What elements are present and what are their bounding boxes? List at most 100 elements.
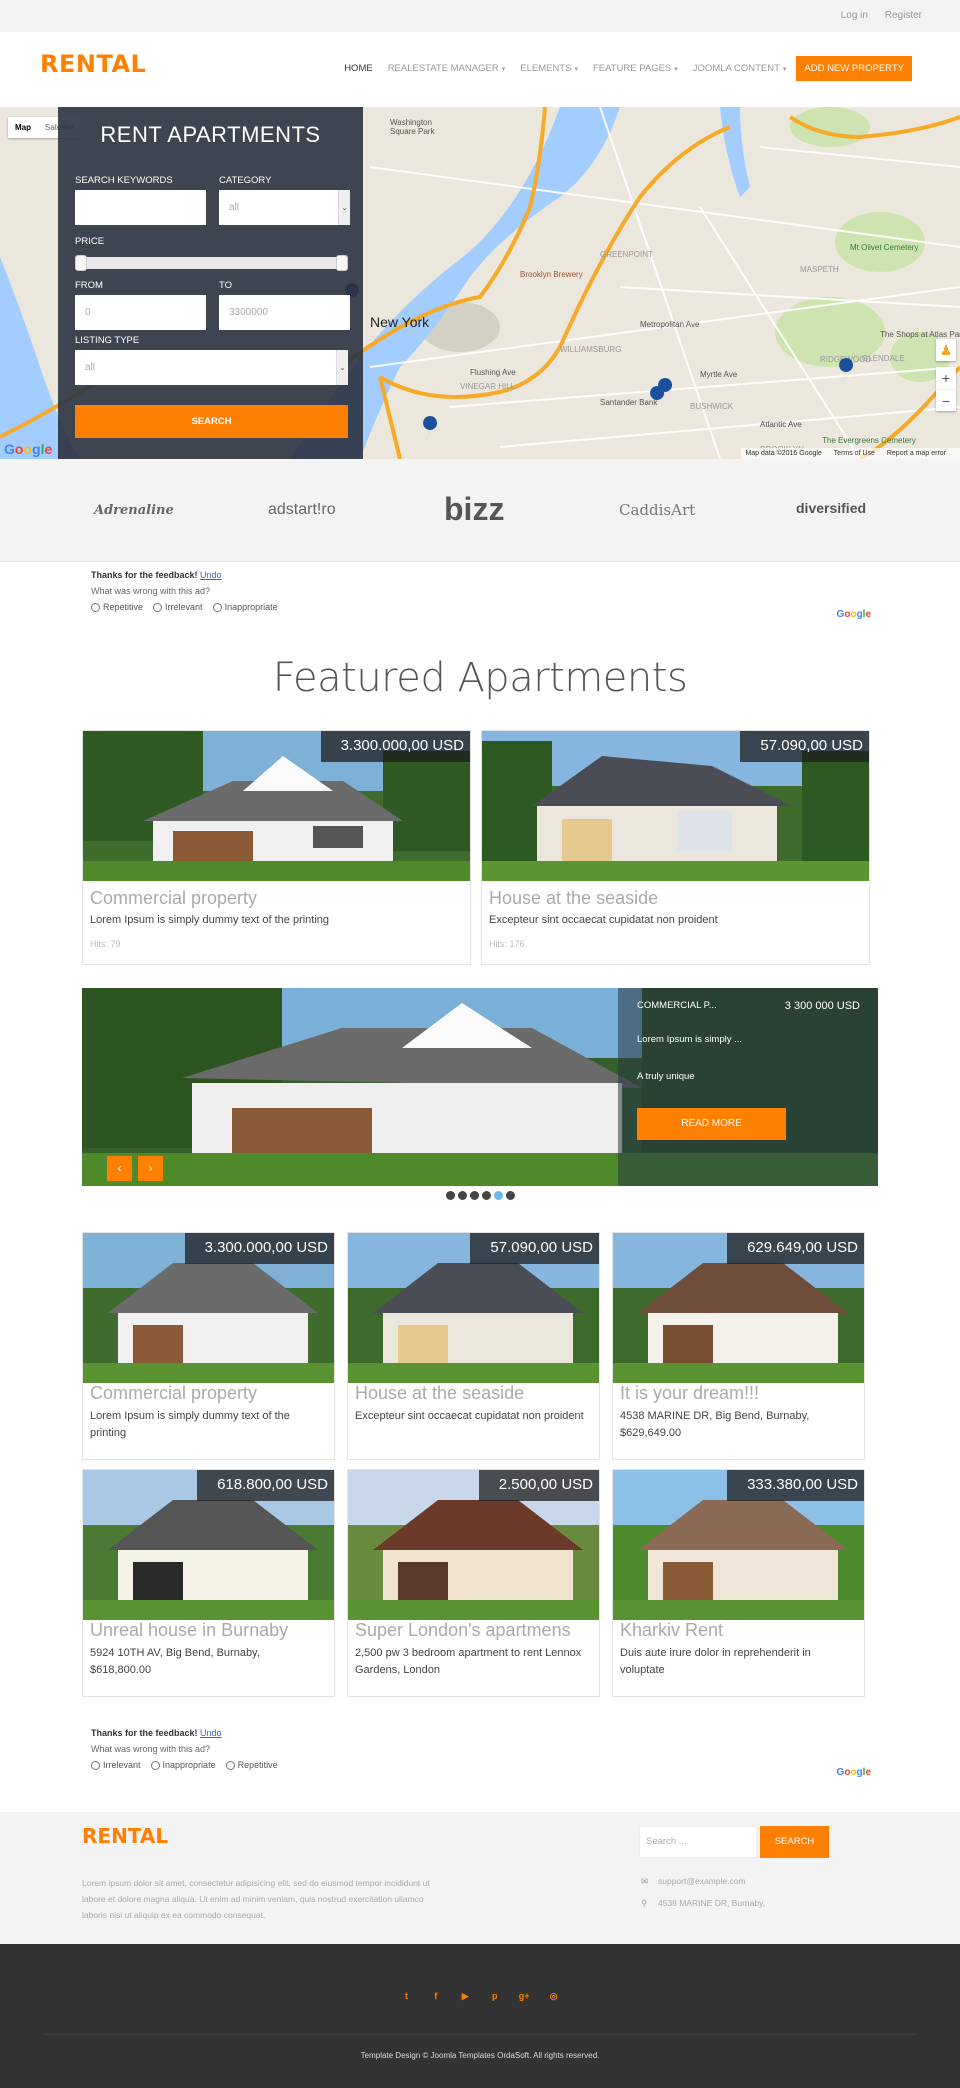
footer-about-text: Lorem ipsum dolor sit amet, consectetur … [82, 1878, 430, 1920]
chevron-down-icon: ⌄ [336, 350, 348, 385]
carousel-dot[interactable] [470, 1191, 479, 1200]
ad-option-inappropriate[interactable]: Inappropriate [212, 602, 278, 612]
nav-realestate-manager[interactable]: REALESTATE MANAGER ▾ [388, 63, 506, 74]
category-select[interactable]: all ⌄ [219, 190, 350, 225]
listing-type-select[interactable]: all ⌄ [75, 350, 348, 385]
carousel-dot[interactable] [446, 1191, 455, 1200]
ad-option-repetitive[interactable]: Repetitive [225, 1760, 278, 1770]
featured-card[interactable]: 57.090,00 USD House at the seaside Excep… [481, 730, 870, 965]
map-label: Flushing Ave [470, 368, 516, 377]
map[interactable]: Washington Square Park New York Brooklyn… [0, 107, 960, 459]
ad-feedback-heading: Thanks for the feedback! Undo [91, 1728, 871, 1738]
carousel-dot[interactable] [482, 1191, 491, 1200]
footer-search-input[interactable]: Search ... [639, 1826, 757, 1858]
keywords-label: SEARCH KEYWORDS [75, 175, 173, 186]
partner-logo-diversified[interactable]: diversified [796, 500, 866, 516]
property-carousel[interactable]: COMMERCIAL P... 3 300 000 USD Lorem Ipsu… [82, 988, 878, 1186]
partner-logo-caddisart[interactable]: CaddisArt [619, 501, 695, 519]
ad-option-inappropriate[interactable]: Inappropriate [150, 1760, 216, 1770]
card-title[interactable]: Kharkiv Rent [620, 1620, 723, 1641]
card-description: Excepteur sint occaecat cupidatat non pr… [489, 914, 718, 926]
radio-icon [212, 602, 222, 612]
nav-elements[interactable]: ELEMENTS ▾ [520, 63, 578, 74]
carousel-text-line: Lorem Ipsum is simply ... [637, 1034, 743, 1045]
featured-apartments-title: Featured Apartments [272, 655, 688, 701]
nav-home-label: HOME [344, 63, 373, 74]
price-badge: 57.090,00 USD [470, 1233, 599, 1264]
carousel-dot-active[interactable] [494, 1191, 503, 1200]
logo[interactable]: RENTAL [40, 50, 146, 78]
email-text[interactable]: support@example.com [658, 1876, 746, 1886]
partner-logo-adrenaline[interactable]: Adrenaline [94, 503, 174, 518]
ad-feedback: Thanks for the feedback! Undo What was w… [91, 1728, 871, 1778]
ad-option-irrelevant[interactable]: Irrelevant [153, 602, 203, 612]
price-max-handle[interactable] [336, 255, 348, 271]
property-card[interactable]: 2.500,00 USD Super London's apartmens 2,… [347, 1469, 600, 1697]
map-park [835, 212, 925, 272]
undo-link[interactable]: Undo [200, 1728, 222, 1738]
property-card[interactable]: 57.090,00 USD House at the seaside Excep… [347, 1232, 600, 1460]
price-min-handle[interactable] [75, 255, 87, 271]
add-new-property-button[interactable]: ADD NEW PROPERTY [796, 56, 912, 81]
featured-card[interactable]: 3.300.000,00 USD Commercial property Lor… [82, 730, 471, 965]
partner-logo-adstart[interactable]: adstart!ro [268, 501, 336, 519]
price-to-input[interactable]: 3300000 [219, 295, 350, 330]
card-title[interactable]: Commercial property [90, 888, 257, 909]
google-plus-icon[interactable]: g+ [515, 1991, 533, 2001]
carousel-dots [446, 1191, 518, 1200]
radio-icon [153, 602, 163, 612]
youtube-icon[interactable]: ▶ [456, 1991, 474, 2002]
card-title[interactable]: It is your dream!!! [620, 1383, 759, 1404]
zoom-in-button[interactable]: + [936, 367, 956, 389]
card-title[interactable]: Commercial property [90, 1383, 257, 1404]
partner-logo-bizz[interactable]: bizz [444, 491, 504, 528]
ad-option-repetitive[interactable]: Repetitive [91, 602, 143, 612]
map-label: GREENPOINT [600, 250, 653, 259]
carousel-prev-button[interactable]: ‹ [107, 1156, 132, 1181]
card-title[interactable]: Super London's apartmens [355, 1620, 571, 1641]
keywords-input[interactable] [75, 190, 206, 225]
price-range-slider[interactable] [75, 255, 348, 271]
zoom-out-button[interactable]: − [936, 389, 956, 411]
price-from-input[interactable]: 0 [75, 295, 206, 330]
terms-of-use-link[interactable]: Terms of Use [834, 450, 875, 457]
pinterest-icon[interactable]: p [486, 1991, 504, 2001]
price-badge: 57.090,00 USD [740, 731, 869, 762]
card-description: Lorem Ipsum is simply dummy text of the … [90, 1410, 290, 1439]
footer-search-button[interactable]: SEARCH [760, 1826, 829, 1858]
dribbble-icon[interactable]: ◎ [545, 1991, 563, 2002]
search-button[interactable]: SEARCH [75, 405, 348, 438]
nav-joomla-content[interactable]: JOOMLA CONTENT ▾ [693, 63, 787, 74]
undo-link[interactable]: Undo [200, 570, 222, 580]
property-card[interactable]: 3.300.000,00 USD Commercial property Lor… [82, 1232, 335, 1460]
chevron-right-icon: › [148, 1161, 153, 1175]
property-card[interactable]: 629.649,00 USD It is your dream!!! 4538 … [612, 1232, 865, 1460]
property-card[interactable]: 618.800,00 USD Unreal house in Burnaby 5… [82, 1469, 335, 1697]
card-description: 2,500 pw 3 bedroom apartment to rent Len… [355, 1647, 582, 1676]
category-label: CATEGORY [219, 175, 272, 186]
price-label: PRICE [75, 236, 105, 247]
twitter-icon[interactable]: t [397, 1991, 415, 2001]
card-title[interactable]: House at the seaside [355, 1383, 524, 1404]
map-type-map[interactable]: Map [8, 117, 38, 138]
card-title[interactable]: House at the seaside [489, 888, 658, 909]
ad-feedback-heading: Thanks for the feedback! Undo [91, 570, 871, 580]
read-more-button[interactable]: READ MORE [637, 1108, 786, 1140]
nav-home[interactable]: HOME [344, 63, 373, 74]
carousel-dot[interactable] [458, 1191, 467, 1200]
card-title[interactable]: Unreal house in Burnaby [90, 1620, 288, 1641]
facebook-icon[interactable]: f [427, 1991, 445, 2001]
street-view-pegman-icon[interactable]: ♟ [936, 339, 956, 361]
carousel-next-button[interactable]: › [138, 1156, 163, 1181]
property-card[interactable]: 333.380,00 USD Kharkiv Rent Duis aute ir… [612, 1469, 865, 1697]
ad-option-irrelevant[interactable]: Irrelevant [91, 1760, 141, 1770]
login-link[interactable]: Log in [841, 10, 868, 21]
caret-down-icon: ▾ [501, 66, 506, 73]
ad-question: What was wrong with this ad? [91, 586, 211, 596]
footer-logo[interactable]: RENTAL [82, 1824, 168, 1848]
report-error-link[interactable]: Report a map error [887, 450, 946, 457]
carousel-dot[interactable] [506, 1191, 515, 1200]
nav-feature-pages[interactable]: FEATURE PAGES ▾ [593, 63, 678, 74]
radio-icon [225, 1760, 235, 1770]
register-link[interactable]: Register [885, 10, 922, 21]
